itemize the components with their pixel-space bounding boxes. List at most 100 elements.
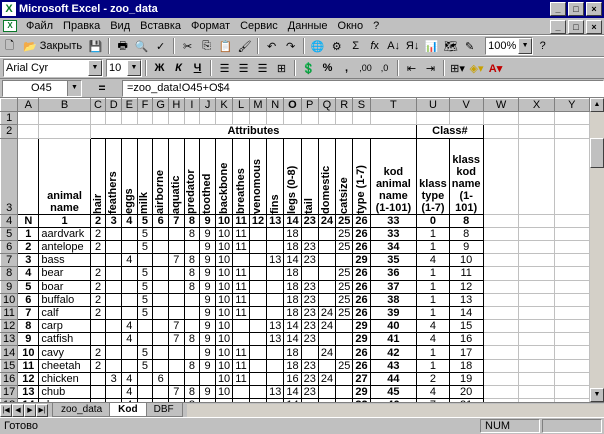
attribute-cell[interactable]: 24 (317, 345, 337, 360)
klass-type-cell[interactable]: 1 (416, 226, 450, 241)
attribute-header[interactable]: eggs (121, 137, 138, 215)
cell[interactable] (482, 213, 520, 228)
attribute-cell[interactable]: 9 (199, 226, 216, 241)
kod-cell[interactable]: 38 (369, 292, 418, 307)
column-header[interactable]: F (136, 98, 154, 113)
cell[interactable] (232, 111, 250, 126)
cell[interactable] (482, 226, 520, 241)
redo-icon[interactable]: ↷ (282, 37, 299, 55)
attribute-cell[interactable] (152, 319, 169, 334)
menu-view[interactable]: Вид (105, 20, 135, 32)
attribute-cell[interactable]: 13 (266, 384, 285, 400)
column-header[interactable]: I (183, 98, 201, 113)
animal-name-cell[interactable]: aardvark (38, 226, 91, 241)
attribute-cell[interactable]: 25 (335, 292, 354, 307)
cell[interactable] (152, 111, 169, 126)
index-cell[interactable]: 10 (214, 213, 234, 228)
attribute-cell[interactable]: 18 (283, 266, 302, 281)
index-cell[interactable]: 25 (335, 213, 354, 228)
attribute-cell[interactable]: 8 (183, 279, 201, 294)
row-header[interactable]: 9 (0, 279, 19, 294)
klass-kod-cell[interactable]: 13 (448, 292, 484, 307)
name-box[interactable]: O45 ▼ (2, 79, 82, 97)
klass-type-cell[interactable]: 1 (416, 345, 450, 360)
column-header[interactable]: Q (317, 98, 337, 113)
row-number-cell[interactable]: 12 (17, 371, 40, 387)
cell[interactable] (553, 253, 590, 268)
attribute-cell[interactable] (152, 345, 169, 360)
tab-kod[interactable]: Kod (109, 403, 147, 417)
attribute-cell[interactable] (335, 253, 354, 268)
scroll-thumb[interactable] (590, 138, 604, 168)
attribute-cell[interactable] (335, 332, 354, 347)
cell[interactable] (553, 124, 590, 139)
cell[interactable] (518, 239, 555, 255)
attribute-cell[interactable]: 8 (183, 266, 201, 281)
klass-kod-cell[interactable]: 20 (448, 384, 484, 400)
row-header[interactable]: 17 (0, 384, 19, 400)
attribute-cell[interactable]: 9 (199, 305, 216, 321)
attribute-cell[interactable]: 18 (283, 279, 302, 294)
klass-type-cell[interactable]: 4 (416, 253, 450, 268)
attribute-cell[interactable]: 23 (300, 305, 319, 321)
attribute-cell[interactable]: 4 (121, 371, 138, 387)
cell[interactable] (352, 111, 371, 126)
cut-icon[interactable]: ✂ (179, 37, 196, 55)
animal-name-cell[interactable]: antelope (38, 239, 91, 255)
attribute-cell[interactable]: 11 (232, 279, 250, 294)
attribute-cell[interactable]: 10 (214, 279, 234, 294)
attribute-cell[interactable]: 3 (105, 371, 122, 387)
attribute-cell[interactable] (105, 384, 122, 400)
klass-kod-cell[interactable]: 10 (448, 253, 484, 268)
column-header[interactable]: O (283, 98, 302, 113)
align-center-icon[interactable]: ☰ (235, 59, 252, 77)
animal-name-cell[interactable]: cheetah (38, 358, 91, 373)
attribute-cell[interactable] (248, 371, 268, 387)
row-number-cell[interactable]: 10 (17, 345, 40, 360)
scroll-down-icon[interactable]: ▼ (590, 388, 604, 402)
attribute-cell[interactable]: 29 (352, 332, 371, 347)
attribute-cell[interactable] (167, 266, 185, 281)
attribute-cell[interactable]: 9 (199, 266, 216, 281)
klass-type-cell[interactable]: 1 (416, 266, 450, 281)
attribute-cell[interactable] (248, 305, 268, 321)
attribute-cell[interactable] (183, 239, 201, 255)
attribute-cell[interactable]: 9 (199, 319, 216, 334)
attribute-cell[interactable]: 10 (214, 345, 234, 360)
attribute-cell[interactable]: 10 (214, 253, 234, 268)
help-icon[interactable]: ? (534, 37, 551, 55)
klass-type-cell[interactable]: 2 (416, 371, 450, 387)
cell[interactable] (300, 111, 319, 126)
attribute-cell[interactable]: 26 (352, 358, 371, 373)
attribute-cell[interactable]: 23 (300, 358, 319, 373)
cell[interactable] (518, 345, 555, 360)
index-cell[interactable]: 26 (352, 213, 371, 228)
attribute-cell[interactable]: 10 (214, 226, 234, 241)
attribute-cell[interactable] (136, 371, 154, 387)
attribute-header[interactable]: predator (183, 137, 201, 215)
map-icon[interactable]: 🗺 (442, 37, 459, 55)
attribute-header[interactable]: catsize (335, 137, 354, 215)
attribute-cell[interactable]: 29 (352, 384, 371, 400)
attribute-cell[interactable]: 11 (232, 305, 250, 321)
kod-cell[interactable]: 43 (369, 358, 418, 373)
attribute-cell[interactable]: 10 (214, 292, 234, 307)
attribute-cell[interactable]: 5 (136, 279, 154, 294)
row-number-cell[interactable]: 6 (17, 292, 40, 307)
index-cell[interactable]: 9 (199, 213, 216, 228)
attribute-cell[interactable] (121, 279, 138, 294)
cell[interactable] (518, 319, 555, 334)
attribute-cell[interactable]: 7 (167, 253, 185, 268)
attribute-cell[interactable] (167, 371, 185, 387)
kod-cell[interactable]: 39 (369, 305, 418, 321)
cell[interactable] (482, 124, 520, 139)
class-header[interactable]: Class# (416, 124, 484, 139)
cell[interactable] (518, 279, 555, 294)
attribute-cell[interactable] (105, 266, 122, 281)
minimize-button[interactable]: _ (550, 2, 566, 16)
new-icon[interactable]: 🗋 (1, 37, 18, 55)
column-header[interactable]: R (335, 98, 354, 113)
row-number-cell[interactable]: 1 (17, 226, 40, 241)
row-header[interactable]: 13 (0, 332, 19, 347)
vertical-scrollbar[interactable]: ▲ ▼ (590, 98, 604, 402)
